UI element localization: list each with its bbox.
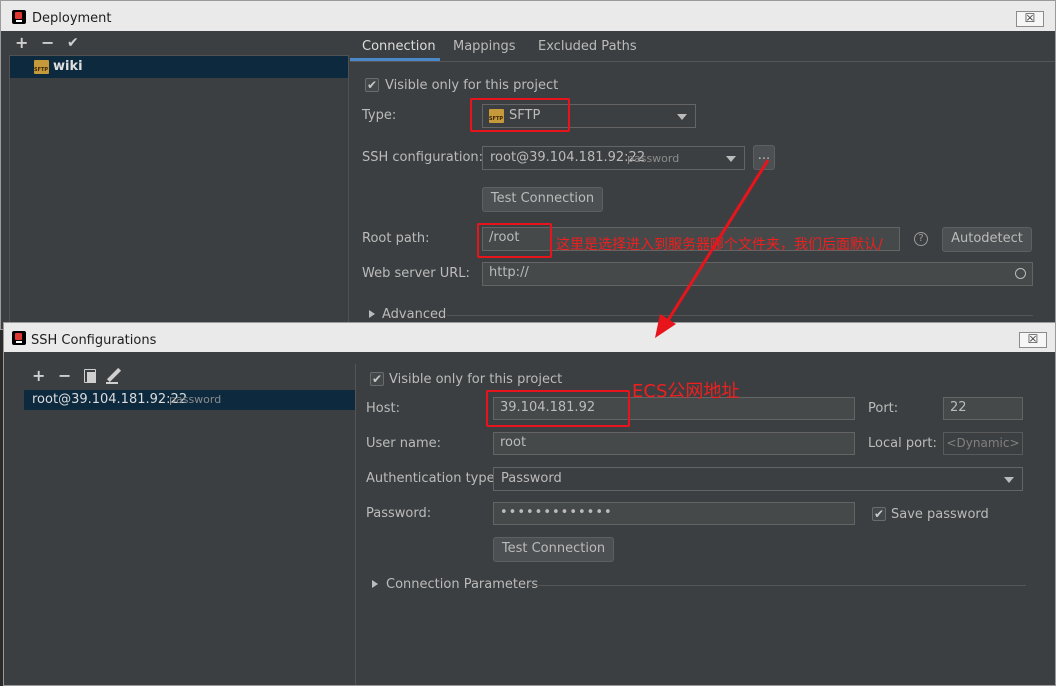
close-button[interactable]: ☒	[1016, 11, 1044, 27]
local-port-value: <Dynamic>	[946, 436, 1020, 450]
ssh-config-list-pane: + − root@39.104.181.92:22 password	[10, 352, 356, 685]
connection-params-label[interactable]: Connection Parameters	[386, 577, 538, 592]
password-label: Password:	[366, 506, 432, 521]
add-icon[interactable]: +	[32, 368, 45, 384]
check-icon[interactable]: ✔	[67, 35, 79, 51]
username-input[interactable]: root	[493, 432, 855, 455]
annotation-box-host	[486, 390, 630, 427]
password-input[interactable]: •••••••••••••	[493, 502, 855, 525]
web-server-input[interactable]: http://	[482, 262, 1033, 286]
window-title: SSH Configurations	[31, 333, 157, 348]
type-label: Type:	[362, 108, 397, 123]
local-port-label: Local port:	[868, 436, 937, 451]
port-input[interactable]: 22	[943, 397, 1023, 420]
server-list: wiki	[9, 55, 349, 329]
annotation-box-root-path	[477, 223, 552, 258]
app-icon	[12, 331, 26, 345]
visible-only-label: Visible only for this project	[385, 78, 559, 93]
web-server-label: Web server URL:	[362, 266, 470, 281]
ssh-config-item-auth: password	[169, 393, 222, 406]
ssh-config-auth: password	[627, 152, 680, 165]
auth-type-value: Password	[501, 471, 562, 486]
server-item-label: wiki	[53, 59, 83, 74]
sftp-server-icon	[34, 60, 49, 74]
remove-icon[interactable]: −	[41, 35, 54, 51]
advanced-section-label[interactable]: Advanced	[382, 307, 446, 322]
visible-only-checkbox[interactable]: ✔	[370, 372, 384, 386]
server-item-wiki[interactable]: wiki	[10, 56, 348, 78]
port-value: 22	[950, 400, 967, 415]
ssh-config-select[interactable]: root@39.104.181.92:22 password	[482, 146, 745, 170]
ssh-configurations-window: SSH Configurations ☒ + − root@39.104.181…	[3, 322, 1056, 686]
root-path-label: Root path:	[362, 231, 430, 246]
root-path-annotation: 这里是选择进入到服务器哪个文件夹，我们后面默认/	[556, 237, 883, 253]
username-value: root	[500, 435, 527, 450]
chevron-down-icon	[1004, 477, 1014, 483]
globe-icon[interactable]	[1015, 268, 1026, 279]
ssh-config-browse-button[interactable]: ...	[753, 145, 775, 170]
auth-type-label: Authentication type:	[366, 471, 499, 486]
save-password-checkbox[interactable]: ✔	[872, 507, 886, 521]
edit-icon-base	[106, 382, 118, 384]
app-icon	[12, 10, 26, 24]
test-connection-button[interactable]: Test Connection	[493, 537, 614, 562]
ssh-config-item-label: root@39.104.181.92:22	[32, 392, 188, 407]
host-annotation: ECS公网地址	[632, 381, 740, 402]
annotation-box-type	[470, 98, 570, 132]
advanced-expand-icon[interactable]	[369, 310, 375, 318]
remove-icon[interactable]: −	[58, 368, 71, 384]
tab-divider	[350, 61, 1055, 62]
ssh-config-item[interactable]: root@39.104.181.92:22 password	[24, 390, 355, 410]
username-label: User name:	[366, 436, 442, 451]
password-value: •••••••••••••	[500, 505, 613, 520]
test-connection-button[interactable]: Test Connection	[482, 187, 603, 212]
host-label: Host:	[366, 401, 400, 416]
tab-mappings[interactable]: Mappings	[453, 39, 516, 54]
edit-icon[interactable]	[106, 367, 122, 383]
deployment-window: Deployment ☒ + − ✔ wiki Connection Mappi…	[0, 0, 1056, 330]
tab-connection[interactable]: Connection	[362, 39, 436, 54]
add-icon[interactable]: +	[15, 35, 28, 51]
copy-icon-front	[87, 372, 96, 383]
connection-params-expand-icon[interactable]	[372, 580, 378, 588]
connection-params-divider	[528, 585, 1026, 586]
autodetect-button[interactable]: Autodetect	[942, 227, 1032, 252]
advanced-divider	[447, 315, 1033, 316]
ssh-config-value: root@39.104.181.92:22	[490, 150, 646, 165]
ssh-config-label: SSH configuration:	[362, 150, 484, 165]
help-icon[interactable]: ?	[914, 232, 928, 246]
auth-type-select[interactable]: Password	[493, 467, 1023, 491]
deployment-titlebar: Deployment ☒	[1, 1, 1055, 31]
list-divider	[355, 364, 356, 685]
close-button[interactable]: ☒	[1019, 332, 1047, 348]
tab-excluded-paths[interactable]: Excluded Paths	[538, 39, 637, 54]
port-label: Port:	[868, 401, 899, 416]
local-port-input: <Dynamic>	[943, 432, 1023, 455]
ssh-titlebar: SSH Configurations ☒	[4, 323, 1055, 352]
save-password-label: Save password	[891, 507, 989, 522]
server-list-pane: + − ✔ wiki	[9, 31, 349, 329]
visible-only-label: Visible only for this project	[389, 372, 563, 387]
chevron-down-icon	[726, 156, 736, 162]
web-server-value: http://	[489, 265, 529, 280]
chevron-down-icon	[677, 114, 687, 120]
window-title: Deployment	[32, 11, 112, 26]
visible-only-checkbox[interactable]: ✔	[365, 78, 379, 92]
